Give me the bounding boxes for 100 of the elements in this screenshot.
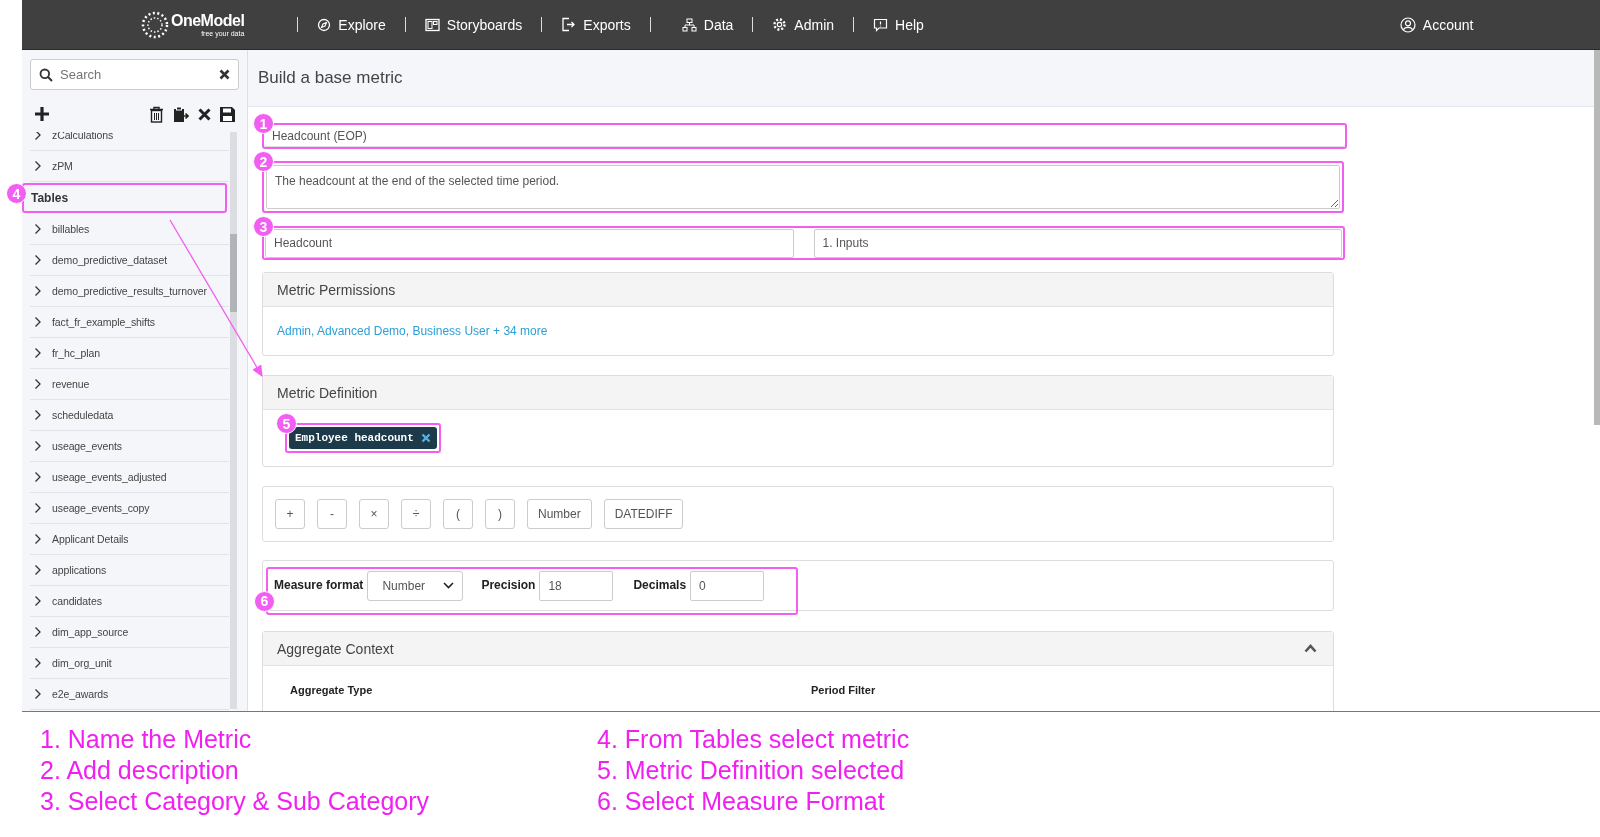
nav-link[interactable]: Storyboards xyxy=(424,16,523,33)
chevron-up-icon[interactable] xyxy=(1304,644,1317,653)
measure-format-dropdown[interactable]: Number xyxy=(367,570,464,601)
field-label: Decimals xyxy=(633,577,687,592)
tree-item[interactable]: demo_predictive_dataset xyxy=(30,245,229,276)
scrollbar[interactable] xyxy=(230,132,237,709)
number-field[interactable]: 0 xyxy=(690,570,765,601)
tree-item[interactable]: e2e_awards xyxy=(30,679,229,710)
tree-item[interactable]: demo_predictive_results_turnover xyxy=(30,276,229,307)
search-field[interactable]: Search xyxy=(30,59,239,90)
metric-token[interactable]: Employee headcount xyxy=(289,427,437,449)
save-icon[interactable] xyxy=(220,106,235,122)
callout-number: 1 xyxy=(253,113,274,134)
nav-link[interactable]: Admin xyxy=(772,16,835,33)
operator-button[interactable]: ( xyxy=(443,499,473,529)
page-title: Build a base metric xyxy=(258,68,403,88)
callout-number: 3 xyxy=(253,216,274,237)
sub-category-field[interactable]: 1. Inputs xyxy=(813,228,1342,258)
callout-number: 5 xyxy=(276,413,297,434)
add-icon[interactable] xyxy=(34,106,50,122)
chevron-right-icon xyxy=(34,688,42,700)
tree-item[interactable]: fact_fr_example_shifts xyxy=(30,307,229,338)
tree-item[interactable]: scheduledata xyxy=(30,400,229,431)
instruction-step: 3. Select Category & Sub Category xyxy=(40,786,597,817)
chevron-right-icon xyxy=(34,626,42,638)
operator-button[interactable]: - xyxy=(317,499,347,529)
chevron-right-icon xyxy=(34,347,42,359)
column-heading: Period Filter xyxy=(811,684,877,696)
compass-icon xyxy=(317,17,332,32)
tree-item[interactable]: dim_org_unit xyxy=(30,648,229,679)
chevron-down-icon xyxy=(443,582,455,589)
number-field[interactable]: 18 xyxy=(539,570,614,601)
logo-wordmark[interactable]: OneModel xyxy=(171,12,245,29)
chevron-right-icon xyxy=(34,471,42,483)
tree-item[interactable]: Applicant Details xyxy=(30,524,229,555)
hierarchy-icon xyxy=(681,17,697,32)
chevron-right-icon xyxy=(34,595,42,607)
operator-button[interactable]: + xyxy=(275,499,305,529)
tree-item[interactable]: zPM xyxy=(30,151,229,182)
instruction-step: 1. Name the Metric xyxy=(40,724,597,755)
nav-link[interactable]: Data xyxy=(681,16,734,33)
nav-link[interactable]: Explore xyxy=(317,16,386,33)
panel-title: Metric Definition xyxy=(277,384,378,401)
clear-icon[interactable] xyxy=(219,69,230,80)
callout-number: 6 xyxy=(254,590,275,612)
instruction-step: 2. Add description xyxy=(40,755,597,786)
tree-item[interactable]: useage_events_adjusted xyxy=(30,462,229,493)
operator-button[interactable]: ) xyxy=(485,499,515,529)
operator-button[interactable]: Number xyxy=(527,499,592,529)
user-circle-icon xyxy=(1399,16,1416,33)
tree-item[interactable]: billables xyxy=(30,214,229,245)
chevron-right-icon xyxy=(34,254,42,266)
tree-item[interactable]: fr_hc_plan xyxy=(30,338,229,369)
chevron-right-icon xyxy=(34,409,42,421)
callout-number: 2 xyxy=(253,151,274,172)
help-chat-icon xyxy=(873,17,889,32)
operator-button[interactable]: DATEDIFF xyxy=(603,499,684,529)
instruction-step: 6. Select Measure Format xyxy=(597,786,1197,817)
scrollbar[interactable] xyxy=(1594,50,1600,425)
chevron-right-icon xyxy=(34,285,42,297)
chevron-right-icon xyxy=(34,132,42,141)
dotted-circle-logo-icon xyxy=(140,9,170,40)
panel-title[interactable]: Aggregate Context xyxy=(277,640,394,657)
tree-item[interactable]: candidates xyxy=(30,586,229,617)
tree-item[interactable]: zCalculations xyxy=(30,132,229,151)
clipboard-icon[interactable] xyxy=(173,105,189,123)
callout-number: 4 xyxy=(6,183,27,204)
tree-item[interactable]: useage_events xyxy=(30,431,229,462)
chevron-right-icon xyxy=(34,440,42,452)
field-label: Precision xyxy=(481,577,536,592)
instruction-step: 5. Metric Definition selected xyxy=(597,755,1197,786)
close-icon[interactable] xyxy=(198,107,211,121)
tree-section-heading[interactable]: Tables xyxy=(22,183,227,213)
panel-title: Metric Permissions xyxy=(277,281,396,298)
export-icon xyxy=(561,17,577,32)
field-label: Measure format xyxy=(274,577,364,592)
description-field[interactable]: The headcount at the end of the selected time period. xyxy=(266,165,1340,209)
chevron-right-icon xyxy=(34,378,42,390)
instruction-step: 4. From Tables select metric xyxy=(597,724,1197,755)
board-icon xyxy=(424,17,440,32)
chevron-right-icon xyxy=(34,533,42,545)
operator-button[interactable]: ÷ xyxy=(401,499,431,529)
tree-item[interactable]: revenue xyxy=(30,369,229,400)
chevron-right-icon xyxy=(34,502,42,514)
trash-icon[interactable] xyxy=(149,105,164,123)
remove-icon[interactable] xyxy=(420,433,431,443)
chevron-right-icon xyxy=(34,657,42,669)
operator-button[interactable]: × xyxy=(359,499,389,529)
nav-link[interactable]: Help xyxy=(873,16,924,33)
column-heading: Aggregate Type xyxy=(290,684,374,696)
tree-item[interactable]: applications xyxy=(30,555,229,586)
chevron-right-icon xyxy=(34,223,42,235)
chevron-right-icon xyxy=(34,160,42,172)
gear-icon xyxy=(772,17,788,32)
chevron-right-icon xyxy=(34,316,42,328)
tree-item[interactable]: dim_app_source xyxy=(30,617,229,648)
chevron-right-icon xyxy=(34,564,42,576)
account-link[interactable]: Account xyxy=(1399,16,1474,33)
nav-link[interactable]: Exports xyxy=(561,16,631,33)
tree-item[interactable]: useage_events_copy xyxy=(30,493,229,524)
